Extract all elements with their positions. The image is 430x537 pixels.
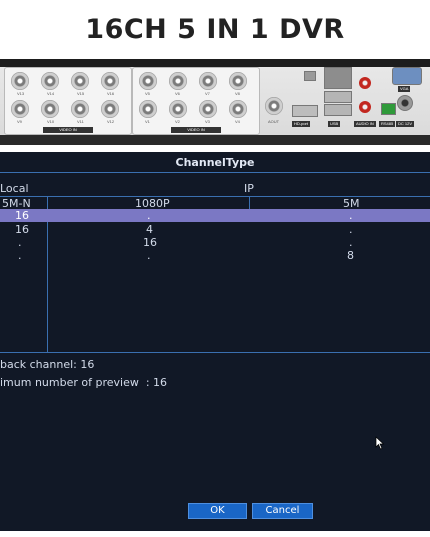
bnc-label: V9	[17, 119, 22, 124]
max-preview-text: imum number of preview : 16	[0, 376, 168, 389]
ethernet-port	[324, 67, 352, 89]
bnc-connector	[229, 100, 247, 118]
local-group-label: Local	[0, 182, 29, 195]
vga-label: VGA	[398, 86, 411, 92]
table-bottom-divider	[0, 352, 430, 353]
rca-in-connector	[359, 101, 371, 113]
bnc-connector	[199, 100, 217, 118]
title-divider	[0, 172, 430, 173]
ip-group-label: IP	[244, 182, 254, 195]
bnc-connector	[169, 72, 187, 90]
usb-port	[324, 104, 352, 116]
bnc-label: V3	[205, 119, 210, 124]
bnc-connector	[101, 100, 119, 118]
audio-out-connector	[265, 97, 283, 115]
dc-label: DC 12V	[396, 121, 415, 127]
group-header-divider	[0, 196, 430, 197]
bnc-label: V4	[235, 119, 240, 124]
cell-5m-n: .	[18, 249, 22, 262]
bnc-label: V6	[175, 91, 180, 96]
bnc-label: V5	[145, 91, 150, 96]
cell-1080p: .	[147, 209, 151, 222]
video-in-group-left: V13 V14 V15 V16 V9 V10 V11 V12 VIDEO IN	[4, 67, 132, 135]
bnc-label: V12	[107, 119, 115, 124]
cell-1080p: .	[147, 249, 151, 262]
cancel-button[interactable]: Cancel	[252, 503, 313, 519]
bnc-label: V15	[77, 91, 85, 96]
panel-top-edge	[0, 59, 430, 67]
usb-label: USB	[328, 121, 341, 127]
dc-power-jack	[397, 95, 413, 111]
rs485-terminal	[381, 103, 396, 115]
bnc-label: V8	[235, 91, 240, 96]
bnc-connector	[229, 72, 247, 90]
bnc-connector	[101, 72, 119, 90]
bnc-label: V13	[17, 91, 25, 96]
usb-port	[324, 91, 352, 103]
table-row[interactable]: 16 4 .	[0, 223, 430, 236]
bnc-connector	[11, 100, 29, 118]
cell-5m: .	[349, 223, 353, 236]
bnc-connector	[41, 72, 59, 90]
table-row[interactable]: . . 8	[0, 249, 430, 262]
bnc-connector	[41, 100, 59, 118]
cell-5m-n: .	[18, 236, 22, 249]
bnc-connector	[169, 100, 187, 118]
audio-out-label: AOUT	[268, 119, 280, 124]
bnc-connector	[199, 72, 217, 90]
product-title: 16CH 5 IN 1 DVR	[85, 14, 345, 45]
bnc-label: V14	[47, 91, 55, 96]
cell-1080p: 4	[146, 223, 153, 236]
cell-5m-n: 16	[15, 209, 29, 222]
rca-out-connector	[359, 77, 371, 89]
bnc-label: V2	[175, 119, 180, 124]
bnc-label: V16	[107, 91, 115, 96]
bnc-label: V7	[205, 91, 210, 96]
video-in-group-right: V5 V6 V7 V8 V1 V2 V3 V4 VIDEO IN	[132, 67, 260, 135]
column-divider	[249, 196, 250, 209]
ground-icon	[304, 71, 316, 81]
bnc-connector	[71, 100, 89, 118]
table-row-selected[interactable]: 16 . .	[0, 209, 430, 222]
ok-button[interactable]: OK	[188, 503, 247, 519]
bnc-connector	[11, 72, 29, 90]
hdmi-label: HD-port	[292, 121, 311, 127]
bnc-connector	[139, 72, 157, 90]
dvr-back-panel-image: V13 V14 V15 V16 V9 V10 V11 V12 VIDEO IN …	[0, 59, 430, 145]
bnc-label: V1	[145, 119, 150, 124]
hdmi-port	[292, 105, 318, 117]
bnc-connector	[71, 72, 89, 90]
cell-5m: .	[349, 209, 353, 222]
rs485-label: RS485	[379, 121, 396, 127]
cell-5m: .	[349, 236, 353, 249]
audio-in-label: AUDIO IN	[354, 121, 376, 127]
bnc-label: V11	[77, 119, 84, 124]
mouse-cursor-icon	[375, 436, 385, 450]
dialog-title: ChannelType	[175, 156, 255, 169]
table-row[interactable]: . 16 .	[0, 236, 430, 249]
bnc-label: V10	[47, 119, 55, 124]
cell-5m: 8	[347, 249, 354, 262]
playback-channel-text: back channel: 16	[0, 358, 95, 371]
cell-1080p: 16	[143, 236, 157, 249]
video-in-label: VIDEO IN	[171, 127, 221, 133]
bnc-connector	[139, 100, 157, 118]
video-in-label: VIDEO IN	[43, 127, 93, 133]
panel-bottom-edge	[0, 135, 430, 145]
cell-5m-n: 16	[15, 223, 29, 236]
vga-port	[392, 67, 422, 85]
